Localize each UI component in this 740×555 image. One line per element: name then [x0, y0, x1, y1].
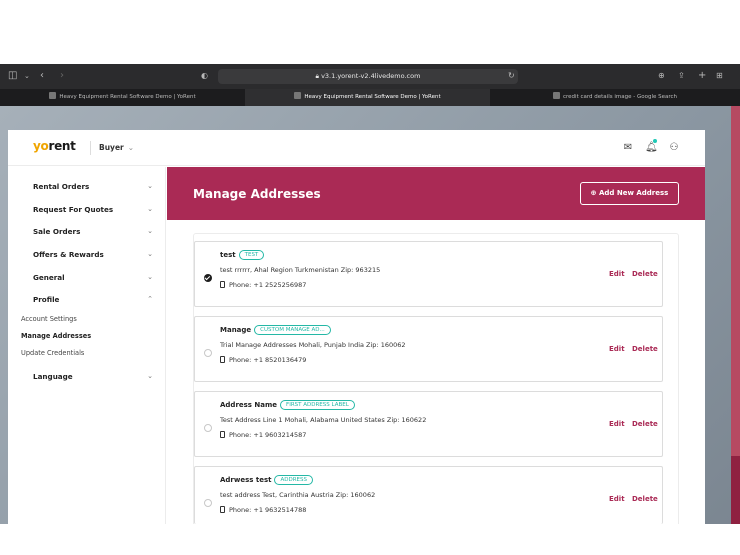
sidebar-toggle-icon[interactable]: ◫ — [8, 71, 17, 81]
tab-overview-icon[interactable]: ⊞ — [716, 71, 723, 81]
address-card: Manage CUSTOM MANAGE AD... Trial Manage A… — [194, 316, 663, 382]
delete-button[interactable]: Delete — [632, 420, 658, 428]
header-divider — [90, 141, 91, 155]
address-bar[interactable]: 🔒︎ v3.1.yorent-v2.4livedemo.com — [218, 69, 518, 84]
chevron-down-icon: ⌄ — [147, 250, 153, 258]
page-title: Manage Addresses — [193, 187, 321, 201]
address-phone: Phone: +1 9603214587 — [220, 431, 306, 439]
browser-tabs: Heavy Equipment Rental Software Demo | Y… — [0, 89, 740, 106]
share-icon[interactable]: ⇪ — [678, 71, 685, 81]
favicon-icon — [49, 92, 57, 99]
address-phone: Phone: +1 8520136479 — [220, 356, 306, 364]
delete-button[interactable]: Delete — [632, 495, 658, 503]
address-radio[interactable] — [204, 499, 212, 507]
role-switcher[interactable]: Buyer ⌄ — [99, 143, 134, 152]
address-phone: Phone: +1 2525256987 — [220, 281, 306, 289]
sidebar-subitem-account-settings[interactable]: Account Settings — [21, 315, 77, 323]
address-line: Trial Manage Addresses Mohali, Punjab In… — [220, 341, 406, 349]
sidebar-item-offers-rewards[interactable]: Offers & Rewards ⌄ — [33, 250, 153, 259]
notification-dot — [653, 139, 657, 143]
address-card: Adrwess test ADDRESS test address Test, C… — [194, 466, 663, 524]
phone-icon — [220, 506, 225, 513]
browser-tab-active[interactable]: Heavy Equipment Rental Software Demo | Y… — [245, 89, 490, 106]
sidebar-item-sale-orders[interactable]: Sale Orders ⌄ — [33, 227, 153, 236]
app-header: yorent Buyer ⌄ ✉ 🔔︎ ⚇ — [8, 130, 705, 166]
back-icon[interactable]: ‹ — [40, 71, 44, 81]
address-card: test TEST test rrrrrr, Ahal Region Turkme… — [194, 241, 663, 307]
plus-circle-icon: ⊕ — [590, 189, 599, 197]
phone-icon — [220, 356, 225, 363]
chevron-down-icon[interactable]: ⌄ — [24, 71, 30, 81]
address-line: Test Address Line 1 Mohali, Alabama Unit… — [220, 416, 427, 424]
chevron-up-icon: ⌃ — [147, 295, 153, 303]
edit-button[interactable]: Edit — [609, 420, 625, 428]
download-icon[interactable]: ⊕ — [658, 71, 665, 81]
address-name: Manage CUSTOM MANAGE AD... — [220, 325, 331, 335]
phone-icon — [220, 431, 225, 438]
address-name: Address Name FIRST ADDRESS LABEL — [220, 400, 355, 410]
address-name: test TEST — [220, 250, 265, 260]
address-line: test rrrrrr, Ahal Region Turkmenistan Zi… — [220, 266, 381, 274]
new-tab-icon[interactable]: + — [698, 71, 706, 81]
address-radio[interactable] — [204, 274, 212, 282]
add-new-address-button[interactable]: ⊕ Add New Address — [580, 182, 679, 205]
sidebar-item-general[interactable]: General ⌄ — [33, 273, 153, 282]
delete-button[interactable]: Delete — [632, 270, 658, 278]
address-url: v3.1.yorent-v2.4livedemo.com — [321, 72, 421, 80]
sidebar: Rental Orders ⌄ Request For Quotes ⌄ Sale … — [8, 167, 166, 524]
sidebar-subitem-update-credentials[interactable]: Update Credentials — [21, 349, 84, 357]
browser-toolbar: ◫ ⌄ ‹ › ◐ 🔒︎ v3.1.yorent-v2.4livedemo.co… — [0, 64, 740, 89]
screen-bottom-margin — [0, 524, 740, 555]
address-label-badge: TEST — [238, 250, 265, 260]
privacy-shield-icon[interactable]: ◐ — [201, 71, 208, 81]
chevron-down-icon: ⌄ — [147, 205, 153, 213]
address-label-badge: ADDRESS — [274, 475, 313, 485]
address-radio[interactable] — [204, 424, 212, 432]
sidebar-item-language[interactable]: Language ⌄ — [33, 372, 153, 381]
address-name: Adrwess test ADDRESS — [220, 475, 313, 485]
address-line: test address Test, Carinthia Austria Zip… — [220, 491, 376, 499]
screen-top-margin — [0, 0, 740, 64]
user-icon[interactable]: ⚇ — [668, 142, 680, 154]
sidebar-item-rental-orders[interactable]: Rental Orders ⌄ — [33, 182, 153, 191]
address-radio[interactable] — [204, 349, 212, 357]
delete-button[interactable]: Delete — [632, 345, 658, 353]
browser-tab[interactable]: Heavy Equipment Rental Software Demo | Y… — [0, 89, 245, 106]
phone-icon — [220, 281, 225, 288]
page-banner: Manage Addresses ⊕ Add New Address — [167, 167, 705, 220]
address-phone: Phone: +1 9632514788 — [220, 506, 306, 514]
sidebar-subitem-manage-addresses[interactable]: Manage Addresses — [21, 332, 91, 340]
favicon-icon — [294, 92, 302, 99]
reload-icon[interactable]: ↻ — [508, 71, 515, 81]
forward-icon[interactable]: › — [60, 71, 64, 81]
window-edge — [731, 106, 740, 524]
address-card: Address Name FIRST ADDRESS LABEL Test Add… — [194, 391, 663, 457]
edit-button[interactable]: Edit — [609, 345, 625, 353]
logo[interactable]: yorent — [33, 139, 76, 153]
address-label-badge: FIRST ADDRESS LABEL — [280, 400, 355, 410]
chevron-down-icon: ⌄ — [147, 182, 153, 190]
chevron-down-icon: ⌄ — [147, 227, 153, 235]
sidebar-item-profile[interactable]: Profile ⌃ — [33, 295, 153, 304]
chevron-down-icon: ⌄ — [147, 372, 153, 380]
chevron-down-icon: ⌄ — [147, 273, 153, 281]
bell-icon[interactable]: 🔔︎ — [645, 142, 658, 154]
address-label-badge: CUSTOM MANAGE AD... — [254, 325, 331, 335]
edit-button[interactable]: Edit — [609, 495, 625, 503]
browser-tab[interactable]: credit card details image - Google Searc… — [490, 89, 740, 106]
favicon-icon — [553, 92, 560, 99]
chevron-down-icon: ⌄ — [127, 143, 135, 152]
edit-button[interactable]: Edit — [609, 270, 625, 278]
sidebar-item-request-for-quotes[interactable]: Request For Quotes ⌄ — [33, 205, 153, 214]
mail-icon[interactable]: ✉ — [622, 142, 634, 154]
